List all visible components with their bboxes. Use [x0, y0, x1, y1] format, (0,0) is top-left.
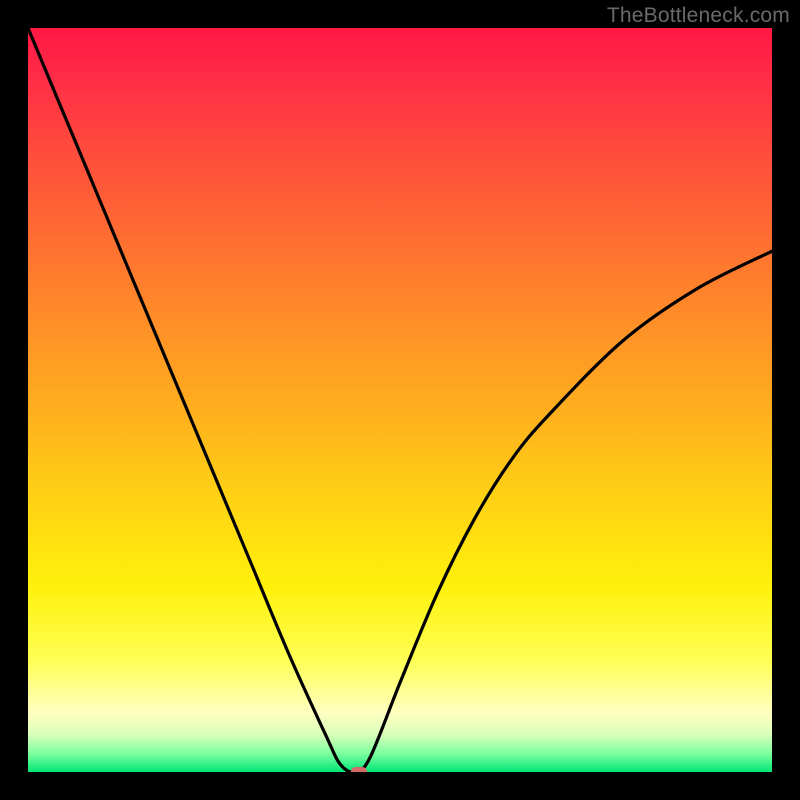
bottleneck-curve — [28, 28, 772, 772]
optimum-marker — [351, 767, 367, 773]
plot-area — [28, 28, 772, 772]
watermark-text: TheBottleneck.com — [607, 4, 790, 28]
chart-frame: TheBottleneck.com — [0, 0, 800, 800]
